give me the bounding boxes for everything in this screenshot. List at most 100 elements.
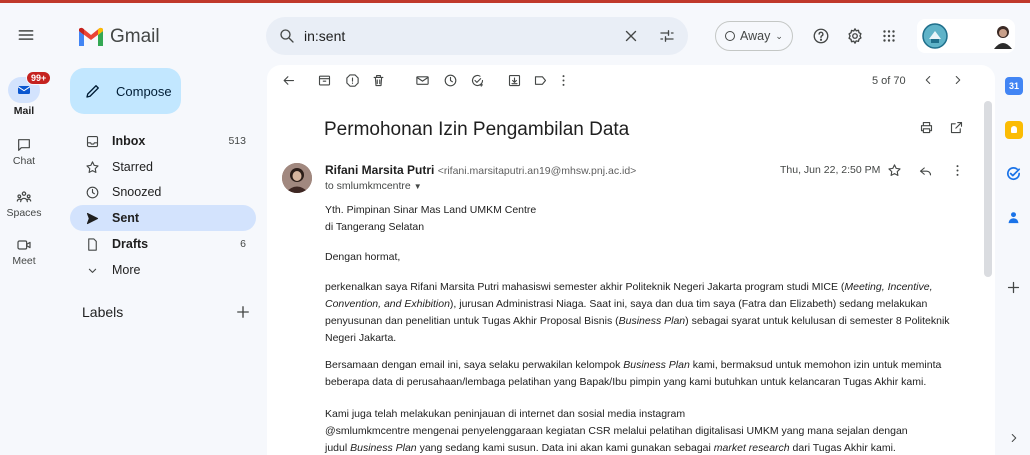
sender-avatar[interactable]	[282, 163, 312, 193]
nav-item-starred[interactable]: Starred	[70, 154, 256, 180]
p3-text-c: yang sedang kami susun. Data ini akan ka…	[416, 442, 714, 454]
greeting-line-2: di Tangerang Selatan	[325, 221, 425, 233]
more-options-vertical-icon[interactable]	[556, 73, 571, 88]
nav-item-snoozed[interactable]: Snoozed	[70, 179, 256, 205]
status-ring-icon	[725, 31, 736, 41]
email-subject: Permohonan Izin Pengambilan Data	[324, 119, 630, 140]
add-label-icon[interactable]	[234, 303, 252, 321]
back-arrow-icon[interactable]	[281, 73, 296, 88]
apps-grid-icon[interactable]	[880, 27, 898, 45]
p1-text-a: perkenalkan saya Rifani Marsita Putri ma…	[325, 281, 845, 293]
search-options-icon[interactable]	[658, 27, 676, 45]
add-to-tasks-icon[interactable]	[470, 73, 485, 88]
search-bar[interactable]: in:sent	[266, 17, 688, 55]
nav-label-snoozed: Snoozed	[112, 185, 162, 199]
email-date: Thu, Jun 22, 2:50 PM	[780, 164, 881, 176]
nav-item-drafts[interactable]: Drafts 6	[70, 231, 256, 257]
star-email-icon[interactable]	[887, 163, 902, 178]
p3-italic-market-research: market research	[713, 442, 790, 454]
show-side-panel-chevron-icon[interactable]	[1007, 431, 1021, 445]
nav-item-more[interactable]: More	[70, 257, 256, 283]
recipient-details-caret-icon[interactable]: ▼	[414, 182, 422, 191]
inbox-icon	[82, 134, 102, 149]
rail-meet-label: Meet	[12, 255, 36, 267]
nav-item-inbox[interactable]: Inbox 513	[70, 128, 256, 154]
recipient-line[interactable]: to smlumkmcentre ▼	[325, 180, 422, 192]
main-menu-icon[interactable]	[14, 23, 38, 47]
status-selector[interactable]: Away ⌄	[715, 21, 793, 51]
label-tag-icon[interactable]	[533, 73, 548, 88]
email-more-options-icon[interactable]	[950, 163, 965, 178]
labels-heading: Labels	[82, 304, 124, 320]
rail-spaces[interactable]: Spaces	[0, 189, 48, 219]
nav-label-inbox: Inbox	[112, 134, 146, 148]
settings-gear-icon[interactable]	[846, 27, 864, 45]
search-input[interactable]: in:sent	[304, 28, 622, 44]
trash-icon[interactable]	[371, 73, 386, 88]
organization-logo-icon	[922, 23, 948, 49]
nav-label-drafts: Drafts	[112, 237, 149, 251]
user-avatar-icon[interactable]	[991, 23, 1015, 49]
email-body-greeting: Yth. Pimpinan Sinar Mas Land UMKM Centre…	[325, 202, 970, 236]
email-scrollbar[interactable]	[984, 101, 992, 277]
star-icon	[82, 160, 102, 175]
older-chevron-left-icon[interactable]	[921, 73, 935, 87]
archive-icon[interactable]	[317, 73, 332, 88]
get-addons-plus-icon[interactable]	[1005, 279, 1022, 296]
labels-section: Labels	[82, 303, 252, 321]
chat-icon	[0, 137, 48, 153]
rail-chat[interactable]: Chat	[0, 137, 48, 167]
meet-video-icon	[0, 237, 48, 253]
salutation: Dengan hormat,	[325, 251, 401, 263]
reply-icon[interactable]	[918, 163, 933, 178]
gmail-logo[interactable]: Gmail	[78, 25, 160, 49]
organization-account-panel[interactable]	[917, 19, 1015, 53]
rail-meet[interactable]: Meet	[0, 237, 48, 267]
send-icon	[82, 211, 102, 226]
unread-badge: 99+	[26, 71, 52, 85]
gmail-m-icon	[79, 27, 103, 46]
rail-mail[interactable]: 99+ Mail	[0, 71, 52, 117]
print-icon[interactable]	[919, 120, 934, 135]
nav-label-starred: Starred	[112, 160, 153, 174]
mark-unread-icon[interactable]	[415, 73, 430, 88]
tasks-check-icon[interactable]	[1005, 165, 1022, 182]
search-icon[interactable]	[278, 27, 296, 45]
p1-italic-business-plan: Business Plan	[618, 315, 686, 327]
p3-text-a: judul	[325, 442, 351, 454]
newer-chevron-right-icon[interactable]	[951, 73, 965, 87]
nav-label-sent: Sent	[112, 211, 140, 225]
clear-search-icon[interactable]	[622, 27, 640, 45]
rail-chat-label: Chat	[12, 155, 36, 167]
nav-item-sent[interactable]: Sent	[70, 205, 256, 231]
p3-line-3: judul Business Plan yang sedang kami sus…	[325, 440, 970, 455]
status-label: Away	[740, 29, 771, 43]
p3-line-2: @smlumkmcentre mengenai penyelenggaraan …	[325, 425, 908, 437]
open-new-window-icon[interactable]	[949, 120, 964, 135]
keep-notes-icon[interactable]	[1005, 121, 1023, 139]
report-spam-icon[interactable]	[345, 73, 360, 88]
rail-spaces-label: Spaces	[6, 207, 42, 219]
p3-text-e: dari Tugas Akhir kami.	[789, 442, 896, 454]
sender-name[interactable]: Rifani Marsita Putri	[325, 163, 434, 177]
clock-icon	[82, 185, 102, 200]
sender-email: <rifani.marsitaputri.an19@mhsw.pnj.ac.id…	[437, 165, 637, 177]
app-title: Gmail	[110, 26, 160, 47]
sender-photo-icon	[282, 163, 312, 193]
rail-mail-label: Mail	[13, 105, 35, 117]
drafts-count: 6	[240, 238, 246, 250]
compose-button[interactable]: Compose	[70, 68, 181, 114]
spaces-icon	[0, 189, 48, 205]
p2-text-a: Bersamaan dengan email ini, saya selaku …	[325, 359, 624, 371]
move-to-icon[interactable]	[507, 73, 522, 88]
draft-file-icon	[82, 237, 102, 252]
calendar-app-icon[interactable]: 31	[1005, 77, 1023, 95]
p3-line-1: Kami juga telah melakukan peninjauan di …	[325, 408, 686, 420]
email-paragraph-2: Bersamaan dengan email ini, saya selaku …	[325, 357, 970, 391]
greeting-line-1: Yth. Pimpinan Sinar Mas Land UMKM Centre	[325, 204, 537, 216]
help-icon[interactable]	[812, 27, 830, 45]
contacts-person-icon[interactable]	[1005, 209, 1022, 226]
snooze-clock-icon[interactable]	[443, 73, 458, 88]
pagination-text: 5 of 70	[872, 75, 906, 87]
sender-line: Rifani Marsita Putri <rifani.marsitaputr…	[325, 163, 636, 177]
